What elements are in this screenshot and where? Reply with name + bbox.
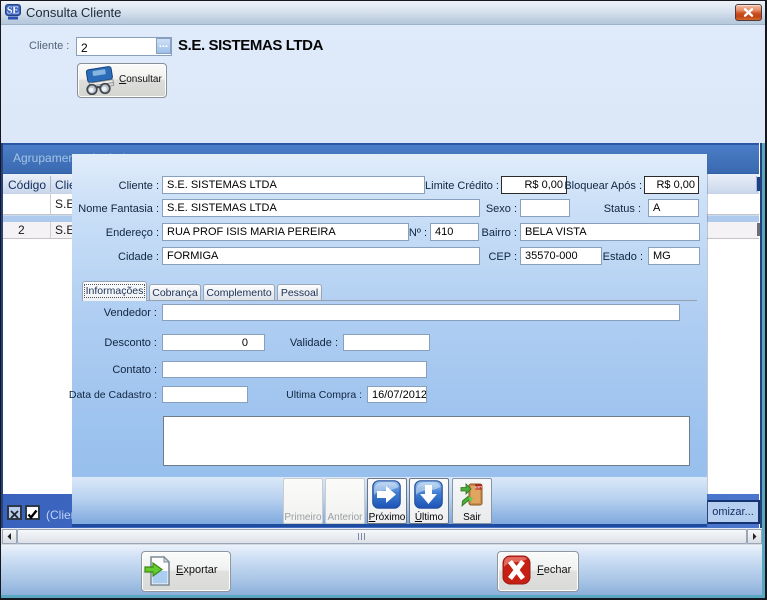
svg-text:SE: SE	[7, 6, 20, 17]
svg-text:EXIT: EXIT	[475, 486, 482, 490]
